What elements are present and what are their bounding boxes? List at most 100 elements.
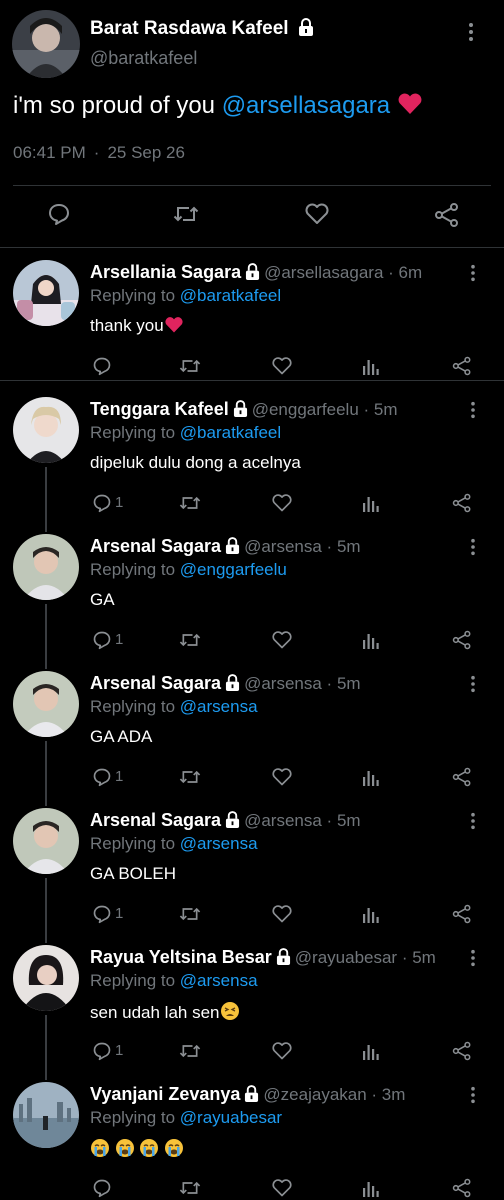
more-vertical-icon[interactable] xyxy=(470,538,476,561)
reply-author-handle[interactable]: @arsellasagara xyxy=(264,263,383,282)
reply-author-name[interactable]: Arsenal Sagara xyxy=(90,810,221,830)
author-name[interactable]: Barat Rasdawa Kafeel xyxy=(90,18,314,42)
replying-to-link[interactable]: @baratkafeel xyxy=(180,286,281,305)
author-handle[interactable]: @baratkafeel xyxy=(90,48,197,69)
retweet-icon[interactable] xyxy=(179,493,201,518)
more-vertical-icon[interactable] xyxy=(470,1086,476,1109)
retweet-icon[interactable] xyxy=(179,630,201,655)
list-item[interactable]: Arsenal Sagara @arsensa · 5m Replying to … xyxy=(0,661,504,806)
reply-author-handle[interactable]: @zeajayakan xyxy=(263,1085,366,1104)
reply-count: 1 xyxy=(115,905,124,922)
analytics-icon[interactable] xyxy=(362,1178,380,1200)
reply-time: 5m xyxy=(336,811,361,830)
retweet-icon[interactable] xyxy=(179,1178,201,1200)
avatar[interactable] xyxy=(13,534,79,600)
analytics-icon[interactable] xyxy=(362,1041,380,1066)
like-icon[interactable] xyxy=(271,356,293,381)
retweet-icon[interactable] xyxy=(179,767,201,792)
like-icon[interactable] xyxy=(271,493,293,518)
reply-author-name[interactable]: Arsenal Sagara xyxy=(90,673,221,693)
lock-icon xyxy=(225,674,240,696)
reply-text: GA xyxy=(90,590,115,609)
retweet-icon[interactable] xyxy=(179,1041,201,1066)
reply-icon[interactable] xyxy=(92,493,112,518)
retweet-icon[interactable] xyxy=(179,904,201,929)
avatar[interactable] xyxy=(13,397,79,463)
list-item[interactable]: Vyanjani Zevanya @zeajayakan · 3m Replyin… xyxy=(0,1072,504,1200)
reply-author-handle[interactable]: @enggarfeelu xyxy=(252,400,359,419)
avatar[interactable] xyxy=(13,945,79,1011)
share-icon[interactable] xyxy=(452,1041,472,1066)
lock-icon xyxy=(276,948,291,970)
reply-author-handle[interactable]: @rayuabesar xyxy=(295,948,397,967)
more-vertical-icon[interactable] xyxy=(470,675,476,698)
like-icon[interactable] xyxy=(271,904,293,929)
avatar[interactable] xyxy=(13,671,79,737)
share-icon[interactable] xyxy=(452,1178,472,1200)
main-tweet: Barat Rasdawa Kafeel @baratkafeel i'm so… xyxy=(0,0,504,248)
replying-to-link[interactable]: @enggarfeelu xyxy=(180,560,287,579)
avatar[interactable] xyxy=(13,260,79,326)
replying-to-link[interactable]: @baratkafeel xyxy=(180,423,281,442)
share-icon[interactable] xyxy=(434,202,460,233)
analytics-icon[interactable] xyxy=(362,493,380,518)
reply-count: 1 xyxy=(115,768,124,785)
retweet-icon[interactable] xyxy=(179,356,201,381)
replying-to: Replying to @enggarfeelu xyxy=(90,560,287,579)
reply-icon[interactable] xyxy=(92,356,112,381)
list-item[interactable]: Arsenal Sagara @arsensa · 5m Replying to … xyxy=(0,524,504,669)
analytics-icon[interactable] xyxy=(362,904,380,929)
reply-icon[interactable] xyxy=(47,202,71,231)
mention-link[interactable]: @arsellasagara xyxy=(222,92,390,119)
more-vertical-icon[interactable] xyxy=(470,812,476,835)
list-item[interactable]: Arsenal Sagara @arsensa · 5m Replying to … xyxy=(0,798,504,943)
share-icon[interactable] xyxy=(452,904,472,929)
like-icon[interactable] xyxy=(271,767,293,792)
reply-text: sen udah lah sen xyxy=(90,1001,240,1026)
more-vertical-icon[interactable] xyxy=(470,401,476,424)
like-icon[interactable] xyxy=(271,1041,293,1066)
reply-icon[interactable] xyxy=(92,630,112,655)
retweet-icon[interactable] xyxy=(173,202,199,231)
thread-line xyxy=(45,1015,47,1080)
reply-icon[interactable] xyxy=(92,1041,112,1066)
reply-author-name[interactable]: Arsenal Sagara xyxy=(90,536,221,556)
share-icon[interactable] xyxy=(452,630,472,655)
replying-to-link[interactable]: @arsensa xyxy=(180,697,258,716)
reply-author-handle[interactable]: @arsensa xyxy=(244,811,322,830)
like-icon[interactable] xyxy=(271,1178,293,1200)
list-item[interactable]: Arsellania Sagara @arsellasagara · 6m Rep… xyxy=(0,250,504,387)
more-vertical-icon[interactable] xyxy=(470,264,476,287)
reply-author-name[interactable]: Rayua Yeltsina Besar xyxy=(90,947,272,967)
more-vertical-icon[interactable] xyxy=(470,949,476,972)
reply-icon[interactable] xyxy=(92,1178,112,1200)
reply-author-handle[interactable]: @arsensa xyxy=(244,537,322,556)
thread-line xyxy=(45,741,47,806)
list-item[interactable]: Tenggara Kafeel @enggarfeelu · 5m Replyin… xyxy=(0,387,504,532)
share-icon[interactable] xyxy=(452,767,472,792)
reply-author-name[interactable]: Vyanjani Zevanya xyxy=(90,1084,240,1104)
reply-time: 5m xyxy=(336,674,361,693)
reply-author-name[interactable]: Tenggara Kafeel xyxy=(90,399,229,419)
share-icon[interactable] xyxy=(452,356,472,381)
analytics-icon[interactable] xyxy=(362,356,380,381)
analytics-icon[interactable] xyxy=(362,767,380,792)
like-icon[interactable] xyxy=(271,630,293,655)
more-vertical-icon[interactable] xyxy=(468,22,474,47)
like-icon[interactable] xyxy=(304,202,330,231)
avatar[interactable] xyxy=(13,808,79,874)
share-icon[interactable] xyxy=(452,493,472,518)
reply-author-handle[interactable]: @arsensa xyxy=(244,674,322,693)
analytics-icon[interactable] xyxy=(362,630,380,655)
reply-icon[interactable] xyxy=(92,904,112,929)
replying-to-link[interactable]: @rayuabesar xyxy=(180,1108,282,1127)
reply-text: thank you xyxy=(90,316,184,339)
reply-author-name[interactable]: Arsellania Sagara xyxy=(90,262,241,282)
avatar[interactable] xyxy=(12,10,80,78)
list-item[interactable]: Rayua Yeltsina Besar @rayuabesar · 5m Rep… xyxy=(0,935,504,1080)
replying-to-link[interactable]: @arsensa xyxy=(180,971,258,990)
replying-to-link[interactable]: @arsensa xyxy=(180,834,258,853)
avatar[interactable] xyxy=(13,1082,79,1148)
reply-icon[interactable] xyxy=(92,767,112,792)
divider xyxy=(0,380,504,381)
